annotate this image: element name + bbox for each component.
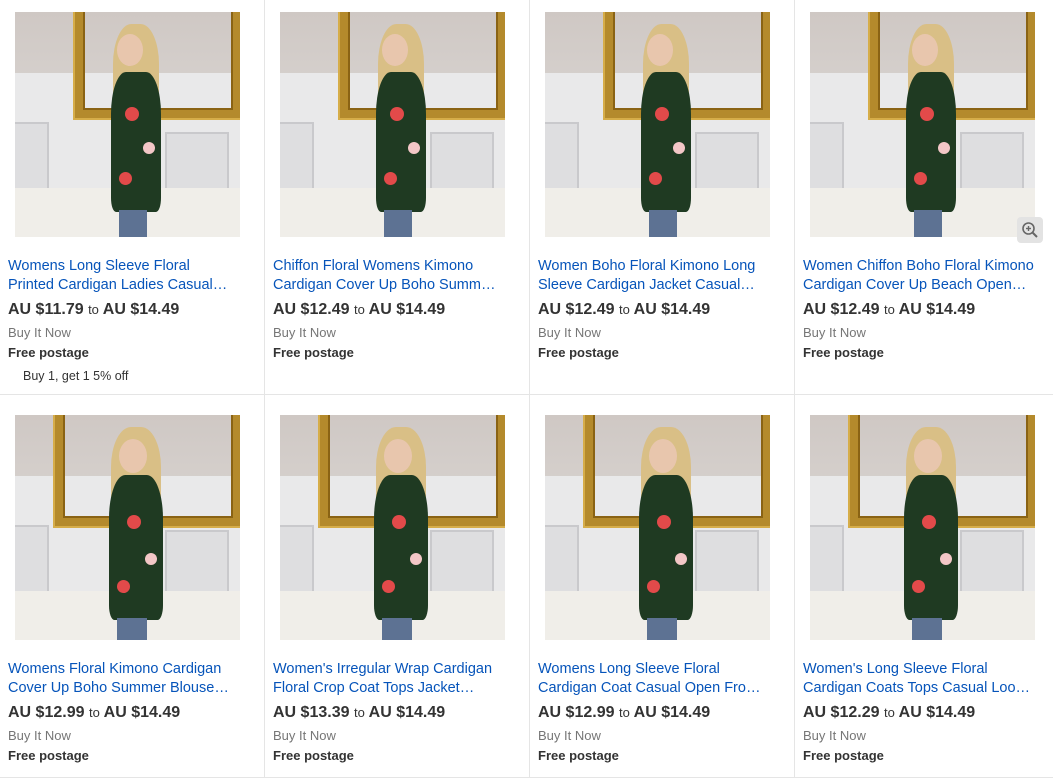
listing-card[interactable]: Women Boho Floral Kimono Long Sleeve Car…: [530, 0, 795, 395]
price-range: AU $12.99 to AU $14.49: [538, 704, 710, 722]
price-separator: to: [88, 302, 99, 317]
title-line[interactable]: Cardigan Cover Up Boho Summe…: [273, 276, 503, 295]
price-separator: to: [618, 302, 630, 317]
price-high: AU $14.49: [368, 704, 446, 721]
promo-text: Buy 1, get 1 5% off: [23, 369, 129, 383]
price-separator: to: [353, 302, 365, 317]
product-image[interactable]: [810, 415, 1035, 640]
product-image[interactable]: [545, 12, 770, 237]
title-line[interactable]: Cardigan Cover Up Beach Open…: [803, 276, 1043, 295]
price-range: AU $12.49 to AU $14.49: [803, 301, 975, 319]
price-separator: to: [618, 705, 630, 720]
price-low: AU $12.99: [538, 704, 615, 721]
title-line[interactable]: Womens Floral Kimono Cardigan: [8, 660, 238, 679]
shipping-label: Free postage: [803, 345, 884, 360]
listing-card[interactable]: Women Chiffon Boho Floral Kimono Cardiga…: [795, 0, 1053, 395]
listing-card[interactable]: Womens Long Sleeve Floral Printed Cardig…: [0, 0, 265, 395]
listing-title-link[interactable]: Chiffon Floral Womens Kimono Cardigan Co…: [273, 257, 503, 295]
price-high: AU $14.49: [633, 301, 711, 318]
price-low: AU $13.39: [273, 704, 350, 721]
shipping-label: Free postage: [8, 345, 89, 360]
title-line[interactable]: Womens Long Sleeve Floral: [538, 660, 768, 679]
listing-card[interactable]: Women's Irregular Wrap Cardigan Floral C…: [265, 395, 530, 778]
product-image[interactable]: [15, 12, 240, 237]
title-line[interactable]: Printed Cardigan Ladies Casual…: [8, 276, 238, 295]
title-line[interactable]: Cardigan Coat Casual Open Fron…: [538, 679, 768, 698]
price-high: AU $14.49: [633, 704, 711, 721]
price-high: AU $14.49: [103, 704, 181, 721]
title-line[interactable]: Cover Up Boho Summer Blouse…: [8, 679, 238, 698]
shipping-label: Free postage: [273, 345, 354, 360]
product-image[interactable]: [280, 12, 505, 237]
shipping-label: Free postage: [538, 748, 619, 763]
shipping-label: Free postage: [538, 345, 619, 360]
buy-it-now-label: Buy It Now: [538, 325, 601, 340]
price-high: AU $14.49: [102, 301, 180, 318]
title-line[interactable]: Women Boho Floral Kimono Long: [538, 257, 768, 276]
price-low: AU $11.79: [8, 301, 84, 318]
price-low: AU $12.49: [273, 301, 350, 318]
listing-grid: Womens Long Sleeve Floral Printed Cardig…: [0, 0, 1053, 778]
price-range: AU $12.49 to AU $14.49: [273, 301, 445, 319]
buy-it-now-label: Buy It Now: [538, 728, 601, 743]
product-image[interactable]: [810, 12, 1035, 237]
buy-it-now-label: Buy It Now: [273, 728, 336, 743]
price-high: AU $14.49: [368, 301, 446, 318]
title-line[interactable]: Chiffon Floral Womens Kimono: [273, 257, 503, 276]
title-line[interactable]: Floral Crop Coat Tops Jacket…: [273, 679, 503, 698]
title-line[interactable]: Sleeve Cardigan Jacket Casual…: [538, 276, 768, 295]
title-line[interactable]: Women's Irregular Wrap Cardigan: [273, 660, 503, 679]
product-image[interactable]: [280, 415, 505, 640]
price-low: AU $12.49: [803, 301, 880, 318]
title-line[interactable]: Womens Long Sleeve Floral: [8, 257, 238, 276]
shipping-label: Free postage: [803, 748, 884, 763]
listing-card[interactable]: Womens Floral Kimono Cardigan Cover Up B…: [0, 395, 265, 778]
price-separator: to: [883, 302, 895, 317]
price-separator: to: [88, 705, 100, 720]
shipping-label: Free postage: [273, 748, 354, 763]
product-image[interactable]: [15, 415, 240, 640]
buy-it-now-label: Buy It Now: [803, 728, 866, 743]
listing-title-link[interactable]: Women Chiffon Boho Floral Kimono Cardiga…: [803, 257, 1043, 295]
shipping-label: Free postage: [8, 748, 89, 763]
price-low: AU $12.49: [538, 301, 615, 318]
buy-it-now-label: Buy It Now: [8, 325, 71, 340]
listing-title-link[interactable]: Womens Floral Kimono Cardigan Cover Up B…: [8, 660, 238, 698]
buy-it-now-label: Buy It Now: [8, 728, 71, 743]
price-separator: to: [883, 705, 895, 720]
listing-title-link[interactable]: Women's Irregular Wrap Cardigan Floral C…: [273, 660, 503, 698]
buy-it-now-label: Buy It Now: [803, 325, 866, 340]
price-low: AU $12.99: [8, 704, 85, 721]
price-range: AU $12.49 to AU $14.49: [538, 301, 710, 319]
price-separator: to: [353, 705, 365, 720]
price-range: AU $13.39 to AU $14.49: [273, 704, 445, 722]
zoom-in-icon[interactable]: [1017, 217, 1043, 243]
listing-title-link[interactable]: Women Boho Floral Kimono Long Sleeve Car…: [538, 257, 768, 295]
listing-card[interactable]: Women's Long Sleeve Floral Cardigan Coat…: [795, 395, 1053, 778]
price-high: AU $14.49: [898, 301, 976, 318]
listing-title-link[interactable]: Womens Long Sleeve Floral Cardigan Coat …: [538, 660, 768, 698]
listing-title-link[interactable]: Women's Long Sleeve Floral Cardigan Coat…: [803, 660, 1043, 698]
product-image[interactable]: [545, 415, 770, 640]
price-range: AU $11.79 to AU $14.49: [8, 301, 179, 319]
title-line[interactable]: Cardigan Coats Tops Casual Loo…: [803, 679, 1043, 698]
listing-title-link[interactable]: Womens Long Sleeve Floral Printed Cardig…: [8, 257, 238, 295]
price-low: AU $12.29: [803, 704, 880, 721]
title-line[interactable]: Women Chiffon Boho Floral Kimono: [803, 257, 1043, 276]
buy-it-now-label: Buy It Now: [273, 325, 336, 340]
listing-card[interactable]: Chiffon Floral Womens Kimono Cardigan Co…: [265, 0, 530, 395]
price-range: AU $12.29 to AU $14.49: [803, 704, 975, 722]
price-high: AU $14.49: [898, 704, 976, 721]
price-range: AU $12.99 to AU $14.49: [8, 704, 180, 722]
listing-card[interactable]: Womens Long Sleeve Floral Cardigan Coat …: [530, 395, 795, 778]
title-line[interactable]: Women's Long Sleeve Floral: [803, 660, 1043, 679]
